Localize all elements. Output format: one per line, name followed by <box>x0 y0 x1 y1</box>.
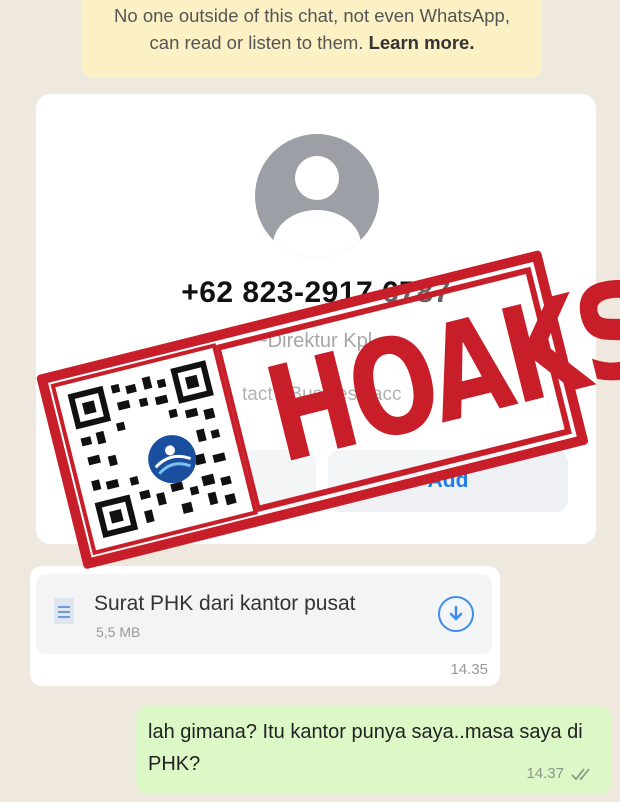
incoming-message-time: 14.35 <box>450 661 488 678</box>
chat-screen: No one outside of this chat, not even Wh… <box>0 0 620 802</box>
document-icon <box>54 598 74 624</box>
double-check-icon <box>571 768 590 781</box>
stamp-text: HOAKS <box>252 250 620 494</box>
encryption-notice-line1: No one outside of this chat, not even Wh… <box>114 5 510 26</box>
file-size: 5,5 MB <box>96 624 141 640</box>
outgoing-message-time: 14.37 <box>526 765 564 782</box>
encryption-notice-line2: can read or listen to them. <box>149 32 364 53</box>
encryption-notice[interactable]: No one outside of this chat, not even Wh… <box>82 0 542 78</box>
download-icon[interactable] <box>438 596 474 632</box>
learn-more-link[interactable]: Learn more. <box>369 32 475 53</box>
avatar-head <box>295 156 339 200</box>
outgoing-message: lah gimana? Itu kantor punya saya..masa … <box>136 706 612 794</box>
